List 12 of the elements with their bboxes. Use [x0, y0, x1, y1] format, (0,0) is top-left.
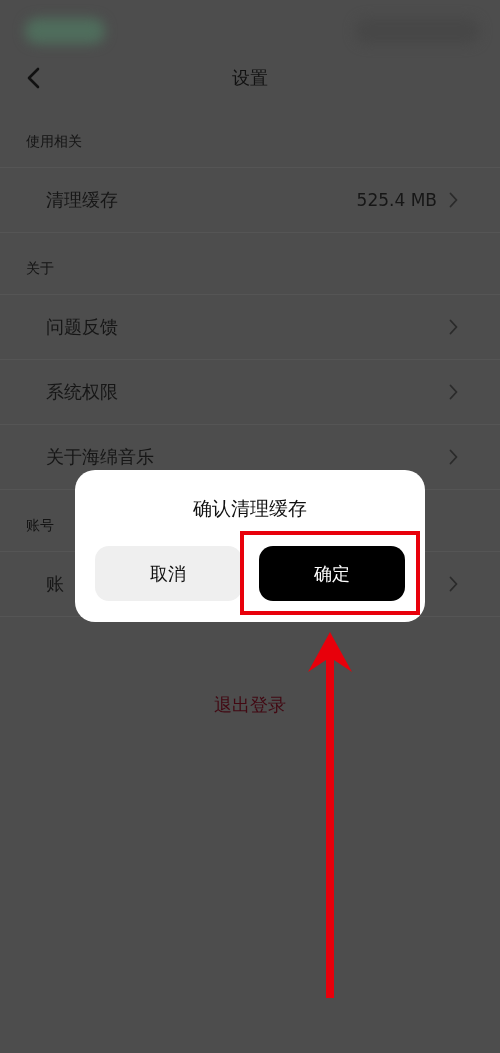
- page-title: 设置: [232, 66, 268, 90]
- blurred-status-icon: [25, 18, 105, 44]
- logout-button[interactable]: 退出登录: [206, 687, 294, 723]
- chevron-right-icon: [449, 319, 458, 335]
- section-label: 使用相关: [25, 132, 83, 151]
- chevron-right-icon: [449, 384, 458, 400]
- chevron-right-icon: [449, 192, 458, 208]
- chevron-right-icon: [449, 449, 458, 465]
- cancel-button[interactable]: 取消: [95, 546, 242, 601]
- dialog-title: 确认清理缓存: [192, 496, 308, 521]
- confirm-button[interactable]: 确定: [258, 546, 405, 601]
- chevron-right-icon: [449, 576, 458, 592]
